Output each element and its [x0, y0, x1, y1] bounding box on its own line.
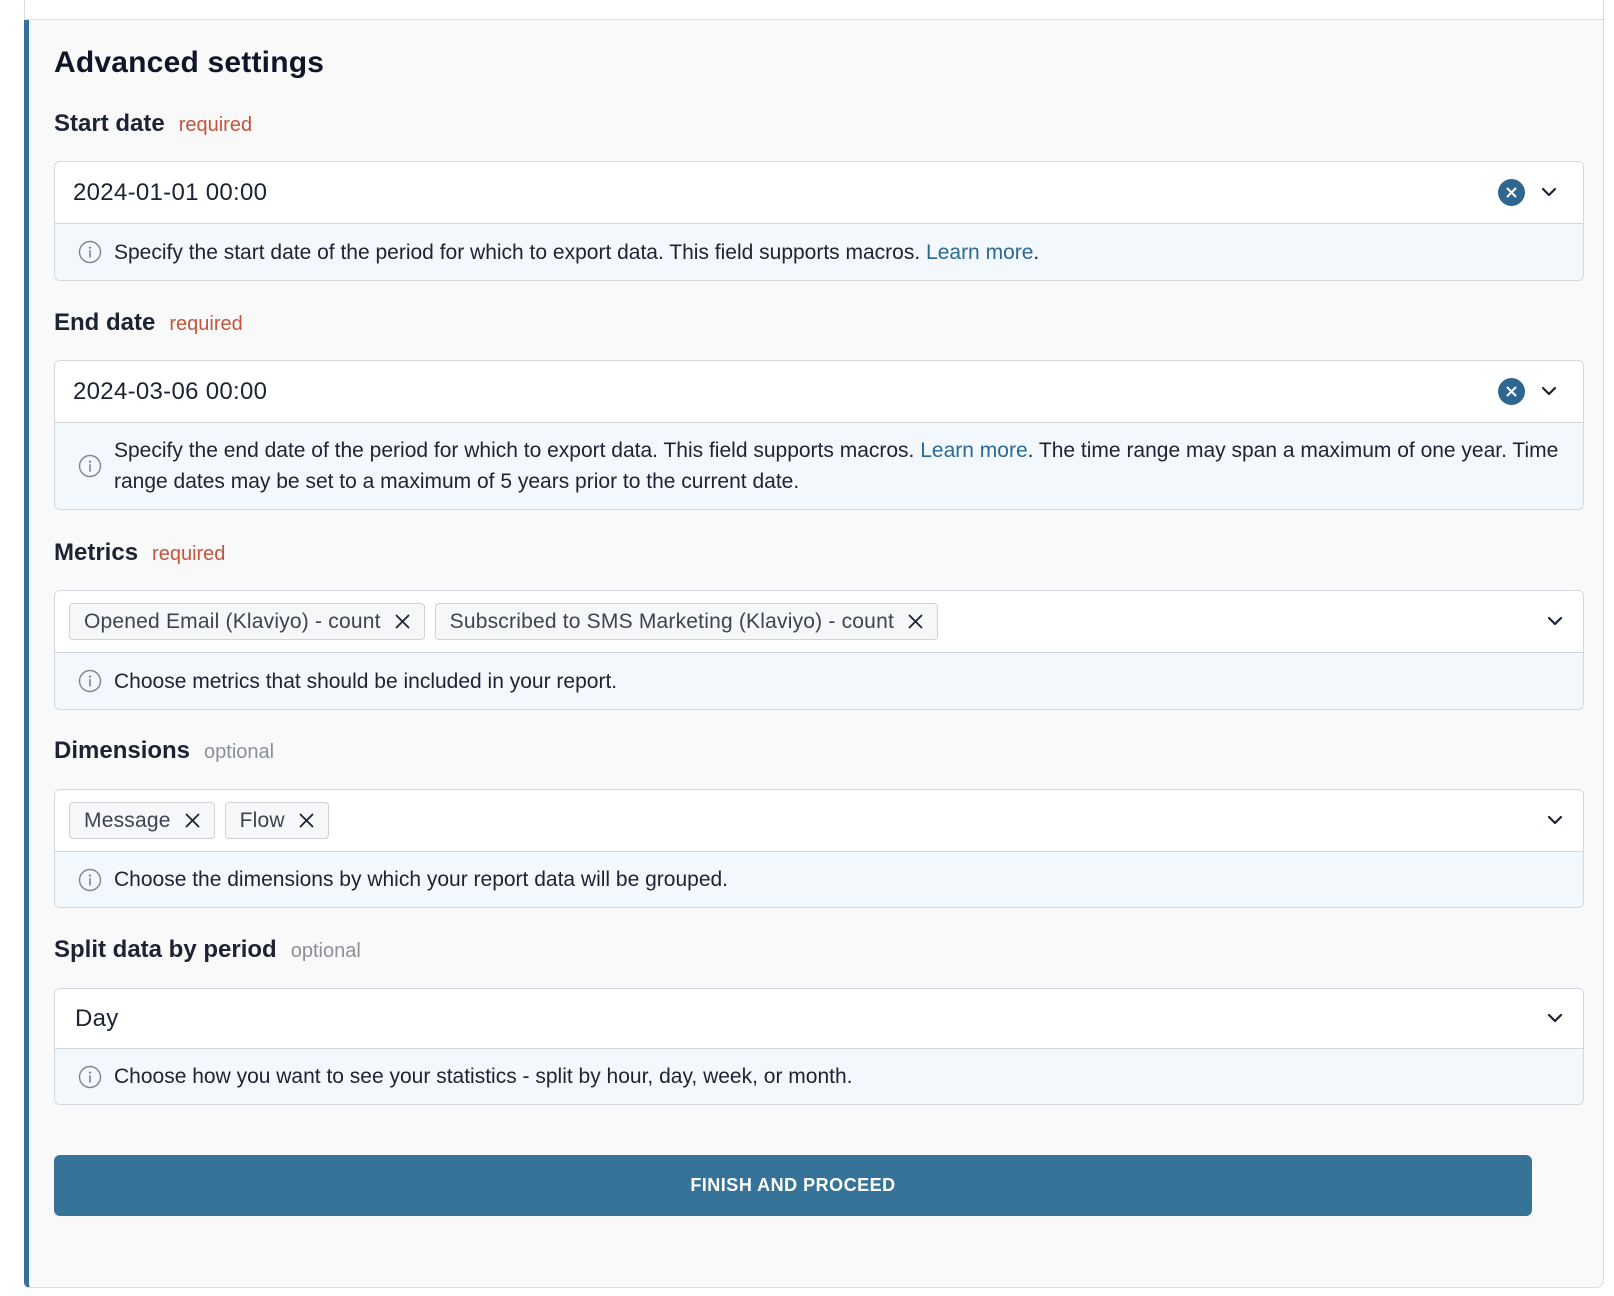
dimensions-chips: Message Flow	[55, 802, 329, 839]
dimensions-multiselect[interactable]: Message Flow	[55, 790, 1583, 851]
chip-label: Message	[84, 808, 171, 832]
chip-label: Opened Email (Klaviyo) - count	[84, 609, 381, 633]
start-date-value: 2024-01-01 00:00	[73, 178, 268, 206]
split-period-value: Day	[75, 1004, 119, 1032]
metrics-help: Choose metrics that should be included i…	[55, 652, 1583, 709]
end-date-box: 2024-03-06 00:00 Specify the end date of…	[54, 360, 1584, 510]
optional-tag: optional	[290, 940, 361, 962]
info-circle-icon	[77, 453, 103, 479]
metrics-multiselect[interactable]: Opened Email (Klaviyo) - count Subscribe…	[55, 591, 1583, 652]
chip-label: Flow	[239, 808, 285, 832]
dimensions-field: Dimensions optional Message Flow Choose …	[54, 737, 1584, 908]
dimensions-help: Choose the dimensions by which your repo…	[55, 851, 1583, 907]
clear-circle-icon[interactable]	[1498, 179, 1525, 206]
chevron-down-icon[interactable]	[1543, 1006, 1567, 1030]
info-circle-icon	[77, 668, 103, 694]
dimensions-label: Dimensions	[54, 737, 191, 764]
end-date-help: Specify the end date of the period for w…	[55, 422, 1583, 509]
end-date-field: End date required 2024-03-06 00:00 Speci…	[54, 309, 1584, 510]
advanced-settings-panel: Advanced settings Start date required 20…	[24, 20, 1604, 1288]
chevron-down-icon[interactable]	[1537, 180, 1561, 204]
split-period-help-text: Choose how you want to see your statisti…	[114, 1065, 853, 1088]
split-period-field: Split data by period optional Day Choose…	[54, 936, 1584, 1105]
close-icon[interactable]	[908, 614, 923, 629]
metric-chip: Opened Email (Klaviyo) - count	[69, 603, 425, 640]
metrics-chips: Opened Email (Klaviyo) - count Subscribe…	[55, 603, 938, 640]
chevron-down-icon[interactable]	[1543, 609, 1567, 633]
start-date-box: 2024-01-01 00:00 Specify the start date …	[54, 161, 1584, 281]
end-date-value: 2024-03-06 00:00	[73, 377, 268, 405]
chevron-down-icon[interactable]	[1537, 379, 1561, 403]
dimensions-label-row: Dimensions optional	[54, 737, 1584, 769]
dimension-chip: Message	[69, 802, 215, 839]
required-tag: required	[178, 114, 253, 136]
close-icon[interactable]	[299, 813, 314, 828]
split-period-label-row: Split data by period optional	[54, 936, 1584, 968]
required-tag: required	[169, 313, 243, 335]
split-period-help: Choose how you want to see your statisti…	[55, 1048, 1583, 1104]
dimension-chip: Flow	[224, 802, 329, 839]
learn-more-link[interactable]: Learn more	[920, 439, 1027, 462]
start-date-help-text: Specify the start date of the period for…	[114, 240, 1040, 264]
metrics-box: Opened Email (Klaviyo) - count Subscribe…	[54, 590, 1584, 710]
dimensions-box: Message Flow Choose the dimensions by wh…	[54, 789, 1584, 908]
info-circle-icon	[77, 1064, 103, 1090]
metric-chip: Subscribed to SMS Marketing (Klaviyo) - …	[434, 603, 938, 640]
learn-more-link[interactable]: Learn more	[926, 241, 1033, 264]
start-date-select[interactable]: 2024-01-01 00:00	[55, 162, 1583, 223]
start-date-field: Start date required 2024-01-01 00:00 Spe…	[54, 110, 1584, 281]
end-date-help-text: Specify the end date of the period for w…	[114, 439, 1559, 493]
chip-label: Subscribed to SMS Marketing (Klaviyo) - …	[449, 609, 894, 633]
start-date-help: Specify the start date of the period for…	[55, 223, 1583, 280]
clear-circle-icon[interactable]	[1498, 378, 1525, 405]
chevron-down-icon[interactable]	[1543, 808, 1567, 832]
optional-tag: optional	[204, 741, 275, 763]
metrics-label-row: Metrics required	[54, 539, 1584, 571]
start-date-label-row: Start date required	[54, 110, 1584, 142]
previous-section-edge	[24, 0, 1604, 20]
end-date-label: End date	[54, 309, 156, 336]
start-date-label: Start date	[54, 110, 165, 137]
close-icon[interactable]	[395, 614, 410, 629]
metrics-field: Metrics required Opened Email (Klaviyo) …	[54, 539, 1584, 710]
metrics-label: Metrics	[54, 539, 139, 566]
section-title: Advanced settings	[54, 46, 325, 79]
info-circle-icon	[77, 867, 103, 893]
dimensions-help-text: Choose the dimensions by which your repo…	[114, 868, 729, 891]
close-icon[interactable]	[185, 813, 200, 828]
split-period-box: Day Choose how you want to see your stat…	[54, 988, 1584, 1105]
split-period-label: Split data by period	[54, 936, 277, 963]
info-circle-icon	[77, 239, 103, 265]
required-tag: required	[152, 543, 226, 565]
metrics-help-text: Choose metrics that should be included i…	[114, 669, 618, 693]
end-date-label-row: End date required	[54, 309, 1584, 341]
finish-and-proceed-button[interactable]: FINISH AND PROCEED	[54, 1155, 1532, 1216]
split-period-select[interactable]: Day	[55, 989, 1583, 1048]
end-date-select[interactable]: 2024-03-06 00:00	[55, 361, 1583, 422]
